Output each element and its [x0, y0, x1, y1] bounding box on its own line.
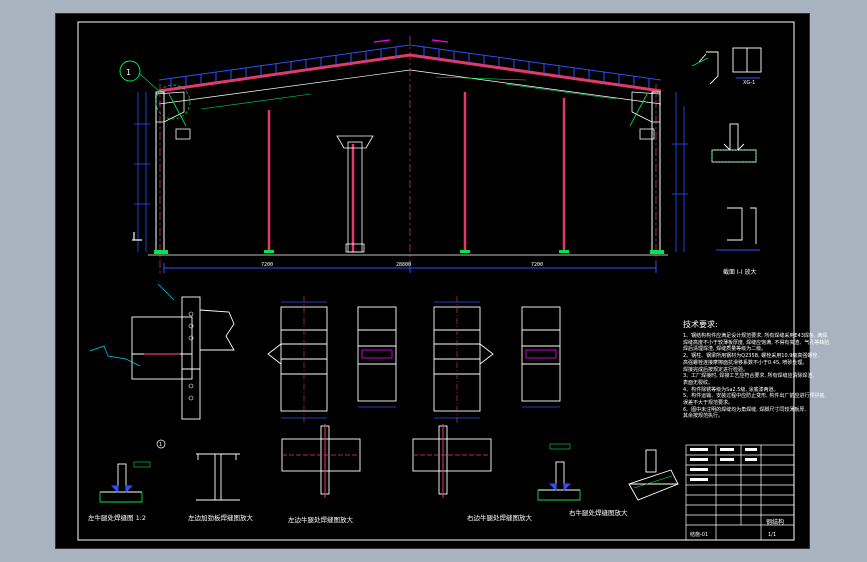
- caption-left-haunch: 左牛腿处焊缝图 1:2: [88, 513, 146, 522]
- portal-frame-elevation: [119, 36, 688, 276]
- angled-weld-detail: [628, 449, 679, 501]
- notes-line: 2、钢柱、钢梁所用钢材为Q235B, 螺栓采用10.9级高强螺栓,: [683, 353, 819, 360]
- center-bracket-column: [336, 135, 374, 253]
- title-name: 钢结构: [766, 518, 784, 526]
- purlin-detail: [698, 47, 762, 85]
- section-label: 截面 I-I 放大: [723, 268, 757, 276]
- caption-right-haunch: 右牛腿处焊缝图放大: [569, 508, 628, 517]
- detail-mark-1: 1: [159, 442, 162, 448]
- left-bracket-weld: [281, 425, 361, 495]
- title-sheet: 1/1: [768, 532, 776, 538]
- notes-line: 误差不大于规范要求。: [683, 400, 734, 407]
- haunches: [155, 91, 661, 140]
- bracket-right-section: [521, 306, 561, 402]
- notes-line: 高强螺栓连接摩擦面抗滑移系数不小于0.45, 喷砂处理。: [683, 359, 808, 366]
- notes-line: 1、钢结构构件应满足设计规范要求, 所有焊缝采用E43焊条, 满焊,: [683, 333, 829, 339]
- caption-left-bracket: 左边牛腿处焊缝图放大: [288, 515, 354, 524]
- notes-line: 其余按规范执行。: [683, 413, 724, 420]
- technical-notes: 技术要求: 1、钢结构构件应满足设计规范要求, 所有焊缝采用E43焊条, 满焊,…: [683, 320, 851, 420]
- haunch-detail: [131, 296, 235, 420]
- stiffener-detail: [196, 453, 240, 501]
- caption-stiffener: 左边加劲板焊缝图放大: [188, 513, 254, 522]
- caption-right-bracket: 右边牛腿处焊缝图放大: [467, 513, 533, 522]
- title-number: 结施-01: [690, 531, 708, 538]
- section-detail: [716, 207, 760, 251]
- cad-viewport: 1 28800 7200 7200 XG-1 截面 I-I 放大 1 左牛腿处焊…: [0, 0, 867, 562]
- weld-symbol-right: [537, 461, 581, 501]
- right-bracket-weld: [412, 425, 492, 495]
- xg-label: XG-1: [743, 80, 755, 86]
- notes-title: 技术要求:: [683, 320, 718, 329]
- inner-border: [77, 21, 795, 541]
- column-bases: [154, 250, 664, 254]
- bracket-left-elevation: [267, 306, 328, 412]
- weld-detail-top: [711, 123, 757, 163]
- braces: [168, 93, 648, 127]
- span-label: 28800: [396, 262, 411, 268]
- drawing-sheet: 1 28800 7200 7200 XG-1 截面 I-I 放大 1 左牛腿处焊…: [55, 13, 831, 549]
- bay-label-2: 7200: [531, 262, 543, 268]
- notes-line: 表面无裂纹。: [683, 379, 714, 386]
- drawing-canvas: 1 28800 7200 7200 XG-1 截面 I-I 放大 1 左牛腿处焊…: [77, 21, 795, 541]
- weld-symbol-left: [99, 463, 143, 503]
- bracket-right-elevation: [433, 306, 494, 412]
- bracket-left-section: [357, 306, 397, 402]
- notes-line: 3、工厂焊接时, 焊接工艺应符合要求, 所有焊缝应清除焊渣,: [683, 373, 815, 380]
- detail-mark: 1: [126, 68, 131, 77]
- interior-columns: [267, 92, 566, 252]
- bay-label-1: 7200: [261, 262, 273, 268]
